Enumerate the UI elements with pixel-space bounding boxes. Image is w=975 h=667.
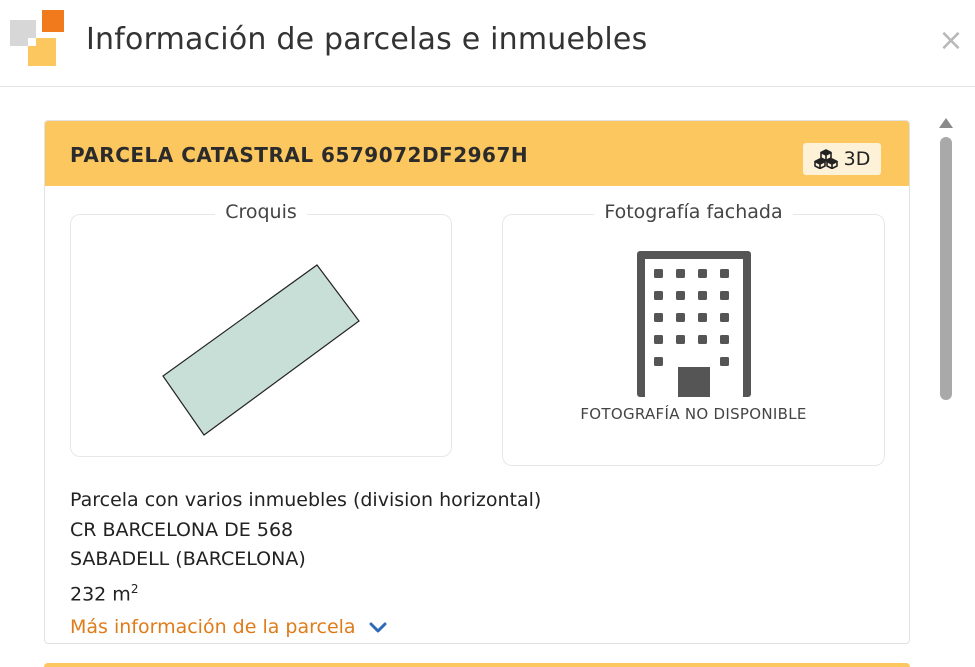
- parcel-area: 232 m2: [70, 575, 541, 610]
- close-button[interactable]: ×: [936, 26, 966, 56]
- cubes-icon: [813, 149, 838, 169]
- parcel-card: PARCELA CATASTRAL 6579072DF2967H 3D Croq…: [44, 120, 910, 644]
- parcel-address: CR BARCELONA DE 568: [70, 518, 294, 541]
- parcel-info: Parcela con varios inmuebles (division h…: [70, 486, 541, 609]
- view-3d-button[interactable]: 3D: [803, 143, 881, 175]
- scroll-up-arrow-icon[interactable]: [938, 117, 954, 129]
- parcel-shape: [162, 264, 360, 436]
- parcel-title: PARCELA CATASTRAL 6579072DF2967H: [70, 143, 529, 167]
- view-3d-label: 3D: [843, 148, 871, 170]
- parcel-area-exponent: 2: [130, 581, 139, 596]
- parcel-sketch: [162, 264, 360, 436]
- croquis-panel: Croquis: [70, 201, 452, 457]
- next-card-header: [44, 663, 910, 667]
- parcel-city: SABADELL (BARCELONA): [70, 548, 306, 570]
- building-icon: [637, 251, 751, 397]
- cadastre-logo-icon: [10, 10, 64, 66]
- dialog-title: Información de parcelas e inmuebles: [86, 22, 648, 57]
- facade-photo-panel: Fotografía fachada FOTOGRAFÍA NO DISPONI…: [502, 201, 885, 466]
- dialog-content: PARCELA CATASTRAL 6579072DF2967H 3D Croq…: [0, 88, 975, 667]
- parcel-card-header: PARCELA CATASTRAL 6579072DF2967H 3D: [45, 121, 909, 186]
- photo-unavailable-text: FOTOGRAFÍA NO DISPONIBLE: [580, 405, 807, 423]
- facade-photo-label: Fotografía fachada: [594, 201, 793, 223]
- chevron-down-icon: [369, 622, 387, 633]
- dialog-header: Información de parcelas e inmuebles ×: [0, 0, 975, 87]
- more-info-label: Más información de la parcela: [70, 616, 356, 638]
- parcel-description: Parcela con varios inmuebles (division h…: [70, 489, 542, 511]
- parcel-area-value: 232 m: [70, 582, 131, 605]
- scrollbar-thumb[interactable]: [940, 137, 952, 400]
- more-info-link[interactable]: Más información de la parcela: [70, 616, 388, 638]
